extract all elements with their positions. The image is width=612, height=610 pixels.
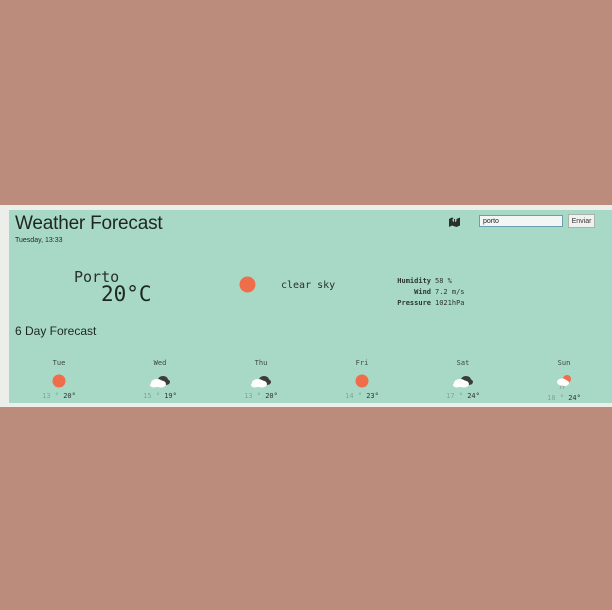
city-search-input[interactable] [479,215,563,227]
forecast-temps: 13 ° 20° [29,392,89,400]
forecast-temps: 15 ° 19° [130,392,190,400]
forecast-temps: 17 ° 24° [433,392,493,400]
sun-icon [355,374,369,388]
wind-row: Wind 7.2 m/s [389,287,469,298]
forecast-min: 13 ° [244,392,261,400]
weather-card: Weather Forecast Tuesday, 13:33 Enviar P… [9,210,612,403]
forecast-day-name: Sat [456,359,470,367]
forecast-min: 15 ° [143,392,160,400]
forecast-max: 23° [366,392,379,400]
pressure-label: Pressure [397,299,431,307]
forecast-min: 17 ° [446,392,463,400]
wind-value: 7.2 m/s [435,288,465,296]
humidity-row: Humidity 58 % [389,276,469,287]
forecast-temps: 18 ° 24° [534,394,594,402]
forecast-max: 20° [63,392,76,400]
map-icon[interactable] [448,216,461,227]
forecast-title: 6 Day Forecast [15,324,97,338]
forecast-day-name: Thu [254,359,268,367]
forecast-day: Wed 15 ° 19° [130,359,190,400]
weather-details: Humidity 58 % Wind 7.2 m/s Pressure 1021… [389,276,469,309]
forecast-day-name: Fri [355,359,369,367]
broken-clouds-icon [453,376,473,388]
current-temperature: 20°C [101,282,152,306]
light-rain-icon [557,375,571,390]
page-title: Weather Forecast [15,213,163,234]
humidity-label: Humidity [397,277,431,285]
send-button[interactable]: Enviar [568,214,595,228]
forecast-temps: 13 ° 20° [231,392,291,400]
forecast-day: Tue 13 ° 20° [29,359,89,400]
sun-icon [52,374,66,388]
pressure-value: 1021hPa [435,299,465,307]
forecast-max: 24° [568,394,581,402]
forecast-day: Fri 14 ° 23° [332,359,392,400]
sun-icon [239,276,256,293]
weather-description: clear sky [281,280,336,291]
forecast-day: Thu 13 ° 20° [231,359,291,400]
forecast-max: 24° [467,392,480,400]
humidity-value: 58 % [435,277,452,285]
wind-label: Wind [414,288,431,296]
forecast-day-name: Wed [153,359,167,367]
forecast-temps: 14 ° 23° [332,392,392,400]
current-datetime: Tuesday, 13:33 [15,237,63,244]
forecast-min: 18 ° [547,394,564,402]
forecast-min: 13 ° [42,392,59,400]
broken-clouds-icon [251,376,271,388]
forecast-day-name: Sun [557,359,571,367]
forecast-max: 20° [265,392,278,400]
forecast-day-name: Tue [52,359,66,367]
window-frame: Weather Forecast Tuesday, 13:33 Enviar P… [0,205,612,407]
forecast-day: Sun 18 ° 24° [534,359,594,402]
forecast-max: 19° [164,392,177,400]
forecast-day: Sat 17 ° 24° [433,359,493,400]
pressure-row: Pressure 1021hPa [389,298,469,309]
broken-clouds-icon [150,376,170,388]
forecast-min: 14 ° [345,392,362,400]
